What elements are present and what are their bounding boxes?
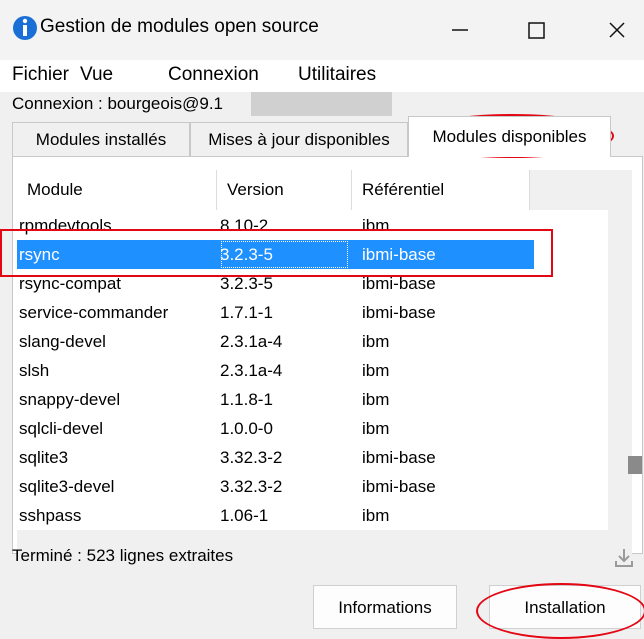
- cell-version: 3.2.3-5: [220, 240, 349, 269]
- installation-button[interactable]: Installation: [489, 585, 641, 629]
- cell-repository: ibmi-base: [362, 245, 436, 264]
- table-row[interactable]: rpmdevtools 8.10-2 ibm: [17, 211, 534, 240]
- status-text: Terminé : 523 lignes extraites: [12, 546, 234, 565]
- cell-version: 3.32.3-2: [220, 477, 283, 496]
- redaction-block: [251, 92, 392, 116]
- informations-button[interactable]: Informations: [313, 585, 457, 629]
- cell-module: sqlite3: [19, 448, 69, 467]
- cell-repository: ibm: [362, 332, 390, 351]
- cell-module: sqlcli-devel: [19, 419, 104, 438]
- menu-bar: Fichier Vue Connexion Utilitaires: [0, 60, 644, 92]
- vertical-scrollbar[interactable]: [608, 210, 632, 530]
- cell-repository: ibm: [362, 390, 390, 409]
- table-row[interactable]: snappy-devel 1.1.8-1 ibm: [17, 385, 534, 414]
- cell-version: 3.2.3-5: [220, 274, 273, 293]
- cell-module: slsh: [19, 361, 50, 380]
- download-icon[interactable]: [612, 546, 636, 570]
- header-filler: [530, 170, 632, 210]
- cell-repository: ibmi-base: [362, 477, 436, 496]
- cell-module: sshpass: [19, 506, 82, 525]
- cell-version: 2.3.1a-4: [220, 361, 283, 380]
- cell-repository: ibm: [362, 216, 390, 235]
- table-row[interactable]: sshpass 1.06-1 ibm: [17, 501, 534, 530]
- title-bar: Gestion de modules open source: [0, 0, 644, 60]
- cell-module: rsync: [19, 245, 60, 264]
- maximize-icon[interactable]: [516, 10, 556, 50]
- close-icon[interactable]: [597, 10, 637, 50]
- cell-version: 1.1.8-1: [220, 390, 273, 409]
- cell-module: slang-devel: [19, 332, 106, 351]
- connection-label: Connexion : bourgeois@9.1: [12, 94, 224, 113]
- app-info-icon: [13, 16, 37, 40]
- cell-module: service-commander: [19, 303, 169, 322]
- cell-version: 1.06-1: [220, 506, 269, 525]
- cell-version: 2.3.1a-4: [220, 332, 283, 351]
- cell-module: sqlite3-devel: [19, 477, 115, 496]
- cell-module: snappy-devel: [19, 390, 121, 409]
- cell-version: 1.0.0-0: [220, 419, 273, 438]
- cell-repository: ibmi-base: [362, 274, 436, 293]
- tab-installed-modules[interactable]: Modules installés: [12, 122, 190, 156]
- cell-module: rpmdevtools: [19, 216, 112, 235]
- menu-vue[interactable]: Vue: [80, 64, 113, 86]
- menu-connexion[interactable]: Connexion: [168, 64, 259, 86]
- cell-repository: ibm: [362, 419, 390, 438]
- table-row[interactable]: slang-devel 2.3.1a-4 ibm: [17, 327, 534, 356]
- tab-available-updates[interactable]: Mises à jour disponibles: [190, 122, 408, 156]
- cell-repository: ibm: [362, 506, 390, 525]
- cell-version: 1.7.1-1: [220, 303, 273, 322]
- table-row[interactable]: sqlcli-devel 1.0.0-0 ibm: [17, 414, 534, 443]
- table-row[interactable]: sqlite3-devel 3.32.3-2 ibmi-base: [17, 472, 534, 501]
- column-header-repository[interactable]: Référentiel: [352, 170, 530, 210]
- table-row[interactable]: rsync-compat 3.2.3-5 ibmi-base: [17, 269, 534, 298]
- cell-version: 3.32.3-2: [220, 448, 283, 467]
- table-row[interactable]: slsh 2.3.1a-4 ibm: [17, 356, 534, 385]
- tab-available-modules[interactable]: Modules disponibles: [408, 116, 611, 157]
- cell-repository: ibmi-base: [362, 303, 436, 322]
- column-header-version[interactable]: Version: [217, 170, 352, 210]
- cell-module: rsync-compat: [19, 274, 122, 293]
- cell-repository: ibmi-base: [362, 448, 436, 467]
- cell-version: 8.10-2: [220, 216, 269, 235]
- menu-fichier[interactable]: Fichier: [12, 64, 69, 86]
- window-title: Gestion de modules open source: [40, 16, 319, 37]
- table-row[interactable]: service-commander 1.7.1-1 ibmi-base: [17, 298, 534, 327]
- table-row[interactable]: sqlite3 3.32.3-2 ibmi-base: [17, 443, 534, 472]
- menu-utilitaires[interactable]: Utilitaires: [298, 64, 376, 86]
- minimize-icon[interactable]: [440, 10, 480, 50]
- scrollbar-thumb[interactable]: [628, 456, 642, 474]
- table-row[interactable]: rsync 3.2.3-5 ibmi-base: [17, 240, 534, 269]
- column-header-module[interactable]: Module: [17, 170, 217, 210]
- cell-repository: ibm: [362, 361, 390, 380]
